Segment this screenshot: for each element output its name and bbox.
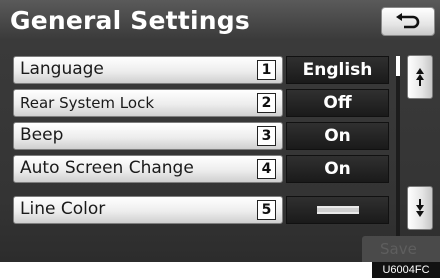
row-number-3: 3	[257, 126, 276, 146]
beep-button[interactable]: Beep 3	[13, 122, 283, 150]
scroll-up-arrow-icon	[416, 68, 424, 86]
language-label: Language	[20, 59, 104, 79]
auto-screen-change-label: Auto Screen Change	[20, 158, 194, 178]
row-number-4: 4	[257, 159, 276, 179]
line-color-label: Line Color	[20, 199, 106, 219]
scroll-down-button[interactable]	[407, 186, 433, 230]
scroll-up-button[interactable]	[407, 55, 433, 99]
scrollbar-thumb[interactable]	[396, 56, 400, 76]
rear-system-lock-value: Off	[286, 89, 389, 117]
language-value: English	[286, 56, 389, 84]
rear-system-lock-label: Rear System Lock	[20, 94, 155, 112]
save-button[interactable]: Save	[362, 236, 440, 262]
auto-screen-change-button[interactable]: Auto Screen Change 4	[13, 155, 283, 183]
scroll-down-arrow-icon	[416, 199, 424, 217]
return-arrow-icon	[396, 12, 420, 28]
rear-system-lock-button[interactable]: Rear System Lock 2	[13, 89, 283, 117]
line-color-swatch	[316, 206, 359, 214]
page-title: General Settings	[10, 6, 250, 35]
beep-value: On	[286, 122, 389, 150]
line-color-value	[286, 196, 389, 224]
row-number-1: 1	[257, 60, 276, 80]
settings-screen: General Settings Language 1 English Rear…	[0, 0, 440, 262]
back-button[interactable]	[381, 7, 435, 36]
language-button[interactable]: Language 1	[13, 56, 283, 84]
line-color-button[interactable]: Line Color 5	[13, 196, 283, 224]
scrollbar-track[interactable]	[396, 56, 400, 236]
row-number-5: 5	[257, 200, 276, 220]
beep-label: Beep	[20, 125, 64, 145]
image-caption: U6004FC	[372, 262, 440, 278]
row-number-2: 2	[257, 93, 276, 113]
auto-screen-change-value: On	[286, 155, 389, 183]
